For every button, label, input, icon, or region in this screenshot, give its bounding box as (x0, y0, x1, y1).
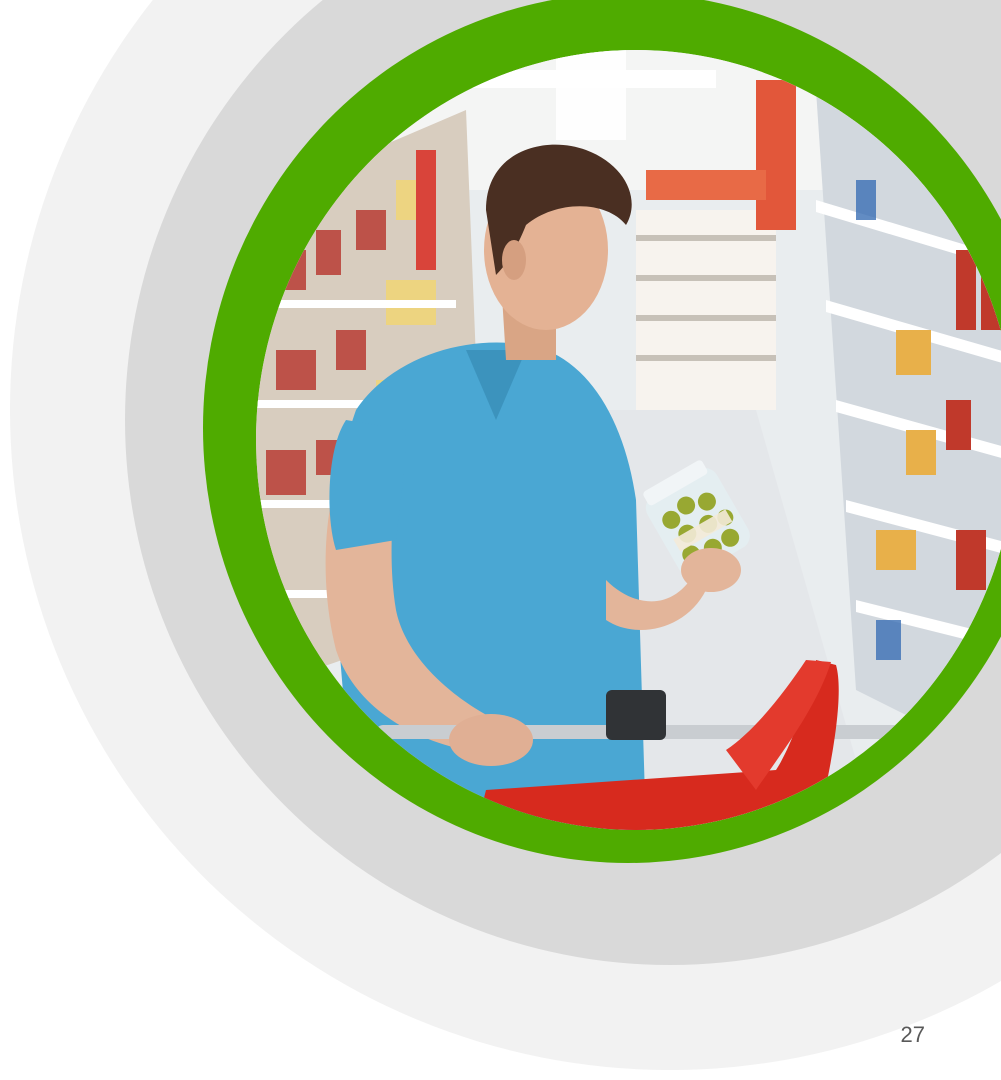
shopper-photo (256, 50, 1001, 830)
supermarket-scene (256, 50, 1001, 830)
slide: 27 (0, 0, 1001, 1080)
page-number: 27 (900, 1022, 925, 1047)
